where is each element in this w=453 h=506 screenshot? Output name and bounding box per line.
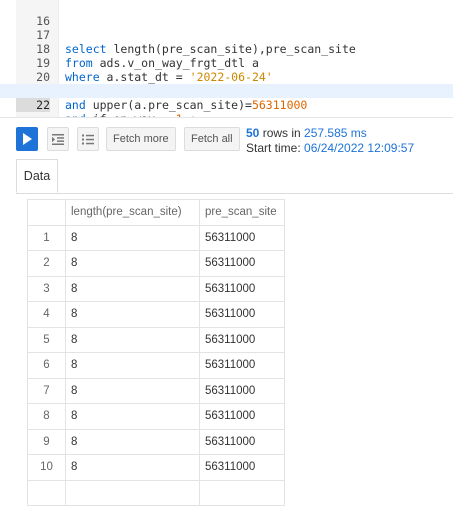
table-row[interactable]: 1 8 56311000 [27, 224, 285, 251]
code-line-16[interactable]: 16 [0, 0, 453, 28]
row-number: 6 [27, 352, 66, 379]
grid-header-row: length(pre_scan_site) pre_scan_site [27, 199, 285, 226]
table-cell[interactable]: 56311000 [199, 326, 285, 353]
row-number: 2 [27, 250, 66, 277]
query-stats: 50 rows in 257.585 ms Start time: 06/24/… [246, 126, 414, 156]
list-icon [82, 134, 94, 144]
result-grid: length(pre_scan_site) pre_scan_site 1 8 … [27, 199, 285, 506]
column-header[interactable]: length(pre_scan_site) [65, 199, 200, 226]
indent-icon [52, 133, 64, 145]
results-toolbar: Fetch more Fetch all 50 rows in 257.585 … [0, 120, 453, 160]
table-cell[interactable]: 56311000 [199, 224, 285, 251]
row-number: 10 [27, 454, 66, 481]
table-cell[interactable]: 56311000 [199, 352, 285, 379]
code-line-20[interactable]: 20 and a.dbct_cd = 56210000 [0, 56, 453, 98]
table-cell[interactable]: 56311000 [199, 428, 285, 455]
format-button[interactable] [47, 127, 69, 151]
table-cell[interactable]: 8 [65, 403, 200, 430]
code-line-19[interactable]: 19 where a.stat_dt = '2022-06-24' [0, 42, 453, 84]
table-row[interactable]: 2 8 56311000 [27, 250, 285, 277]
table-row[interactable]: 5 8 56311000 [27, 326, 285, 353]
play-icon [23, 133, 32, 145]
start-time-line: Start time: 06/24/2022 12:09:57 [246, 141, 414, 156]
fetch-all-button[interactable]: Fetch all [184, 127, 240, 151]
row-number [27, 479, 66, 506]
table-cell[interactable]: 56311000 [199, 454, 285, 481]
result-tabs: Data [16, 159, 453, 194]
code-line-23[interactable]: 23 [0, 101, 453, 117]
table-row[interactable]: 6 8 56311000 [27, 352, 285, 379]
table-cell[interactable] [65, 479, 200, 506]
code-line-17[interactable]: 17 select length(pre_scan_site),pre_scan… [0, 14, 453, 56]
run-button[interactable] [16, 127, 38, 151]
sql-editor[interactable]: 16 17 select length(pre_scan_site),pre_s… [0, 0, 453, 118]
start-time-label: Start time: [246, 141, 305, 155]
table-cell[interactable]: 8 [65, 326, 200, 353]
table-row[interactable]: 10 8 56311000 [27, 454, 285, 481]
query-duration: 257.585 ms [304, 126, 367, 140]
row-number: 9 [27, 428, 66, 455]
fetch-more-button[interactable]: Fetch more [106, 127, 176, 151]
table-cell[interactable]: 8 [65, 250, 200, 277]
table-cell[interactable]: 56311000 [199, 301, 285, 328]
tab-data[interactable]: Data [16, 159, 58, 193]
table-row[interactable]: 8 8 56311000 [27, 403, 285, 430]
list-button[interactable] [77, 127, 99, 151]
rows-line: 50 rows in 257.585 ms [246, 126, 414, 141]
table-cell[interactable]: 56311000 [199, 403, 285, 430]
code-line-18[interactable]: 18 from ads.v_on_way_frgt_dtl a [0, 28, 453, 70]
table-cell[interactable]: 8 [65, 352, 200, 379]
table-cell[interactable]: 8 [65, 428, 200, 455]
row-count: 50 [246, 126, 260, 140]
table-cell[interactable]: 56311000 [199, 377, 285, 404]
line-number: 23 [16, 115, 50, 117]
row-number-header [27, 199, 66, 226]
row-number: 3 [27, 275, 66, 302]
table-cell[interactable]: 56311000 [199, 275, 285, 302]
table-cell[interactable]: 8 [65, 301, 200, 328]
table-cell[interactable]: 8 [65, 377, 200, 404]
rows-in-text: rows in [259, 126, 305, 140]
row-number: 5 [27, 326, 66, 353]
row-number: 4 [27, 301, 66, 328]
table-row[interactable]: 4 8 56311000 [27, 301, 285, 328]
table-row[interactable]: 9 8 56311000 [27, 428, 285, 455]
table-cell[interactable] [199, 479, 285, 506]
table-row-partial[interactable] [27, 479, 285, 506]
table-cell[interactable]: 8 [65, 275, 200, 302]
code-line-22-active[interactable]: 22 and if_on_way = 1 ; [0, 84, 453, 117]
column-header[interactable]: pre_scan_site [199, 199, 285, 226]
table-cell[interactable]: 8 [65, 454, 200, 481]
start-time-value: 06/24/2022 12:09:57 [304, 141, 415, 155]
row-number: 8 [27, 403, 66, 430]
table-cell[interactable]: 8 [65, 224, 200, 251]
table-row[interactable]: 3 8 56311000 [27, 275, 285, 302]
row-number: 1 [27, 224, 66, 251]
table-row[interactable]: 7 8 56311000 [27, 377, 285, 404]
code-line-21[interactable]: 21 and upper(a.pre_scan_site)=56311000 [0, 70, 453, 112]
table-cell[interactable]: 56311000 [199, 250, 285, 277]
row-number: 7 [27, 377, 66, 404]
